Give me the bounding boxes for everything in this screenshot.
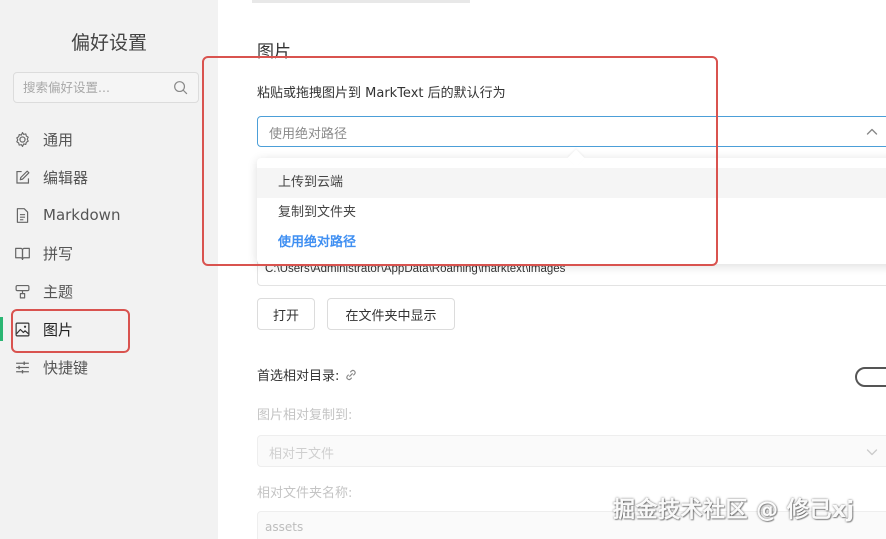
sidebar-item-label: 编辑器 [43,168,89,187]
sidebar-item-editor[interactable]: 编辑器 [0,158,218,196]
book-icon [13,244,31,262]
sidebar-item-markdown[interactable]: Markdown [0,196,218,234]
prefer-relative-toggle[interactable] [855,367,886,387]
search-box[interactable] [13,72,199,103]
sidebar-item-label: 主题 [43,282,74,301]
prefer-relative-label: 首选相对目录: [257,369,340,384]
annotation-highlight-box [11,309,130,353]
chevron-down-icon[interactable] [866,446,878,458]
sidebar-item-label: Markdown [43,206,121,224]
sidebar-item-label: 快捷键 [43,358,89,377]
sidebar-title: 偏好设置 [70,32,147,54]
search-input[interactable] [23,73,173,102]
sliders-icon [13,358,31,376]
relative-folder-value: assets [265,520,304,534]
relative-copy-label: 图片相对复制到: [257,408,353,423]
preferences-sidebar: 偏好设置 通用 编辑器 Markdown [0,0,218,539]
sidebar-item-label: 拼写 [43,244,74,263]
chevron-up-icon[interactable] [866,126,878,138]
sidebar-item-theme[interactable]: 主题 [0,272,218,310]
active-indicator [0,317,3,341]
sidebar-item-spelling[interactable]: 拼写 [0,234,218,272]
prefer-relative-setting: 首选相对目录: [257,365,358,384]
show-in-folder-button[interactable]: 在文件夹中显示 [327,298,455,330]
relative-copy-value: 相对于文件 [269,447,335,462]
top-divider [252,0,470,3]
watermark: 掘金技术社区 @ 修己xj [613,498,855,523]
sidebar-item-general[interactable]: 通用 [0,120,218,158]
search-icon[interactable] [173,80,188,95]
open-folder-button[interactable]: 打开 [257,298,315,330]
relative-copy-select[interactable]: 相对于文件 [257,435,886,467]
sidebar-item-label: 通用 [43,130,74,149]
paint-roller-icon [13,282,31,300]
gear-icon [13,130,31,148]
sidebar-item-shortcuts[interactable]: 快捷键 [0,348,218,386]
edit-icon [13,168,31,186]
annotation-highlight-box [202,56,718,266]
link-icon[interactable] [344,368,358,382]
document-icon [13,206,31,224]
relative-folder-label: 相对文件夹名称: [257,486,353,501]
